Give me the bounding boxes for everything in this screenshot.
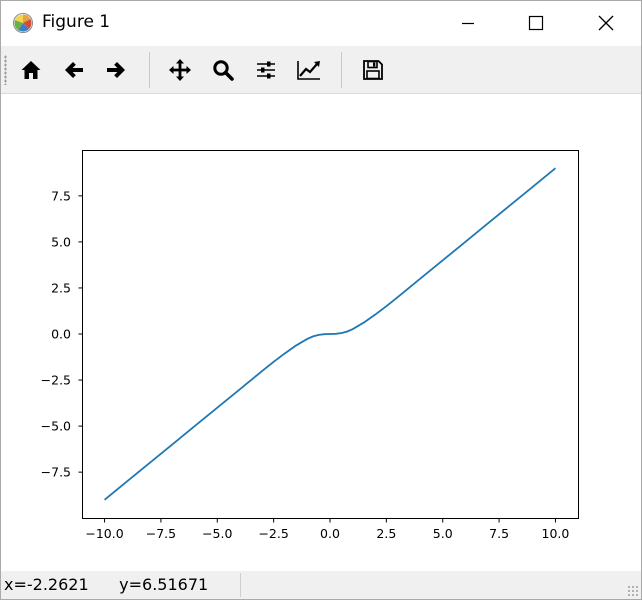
status-bar: x=-2.2621 y=6.51671: [1, 571, 641, 599]
figure-window: Figure 1 −10.0 −7.5 −5.0 −2.5 0.0 2.5 5.…: [0, 0, 642, 600]
cursor-coordinates: x=-2.2621 y=6.51671: [4, 575, 209, 594]
y-tick-label: −5.0: [41, 419, 71, 434]
x-tick-label: −5.0: [202, 526, 232, 541]
forward-button[interactable]: [102, 56, 130, 84]
y-tick-label: 7.5: [51, 188, 71, 203]
close-button[interactable]: [583, 1, 629, 45]
x-tick-label: −2.5: [258, 526, 288, 541]
y-tick-label: 2.5: [51, 280, 71, 295]
pan-button[interactable]: [166, 56, 194, 84]
toolbar-separator: [149, 52, 150, 88]
x-tick-label: 5.0: [433, 526, 453, 541]
resize-grip[interactable]: [627, 585, 639, 597]
close-icon: [598, 15, 614, 31]
x-tick-label: 2.5: [376, 526, 396, 541]
window-title: Figure 1: [42, 12, 111, 32]
maximize-button[interactable]: [513, 1, 559, 45]
y-tick-label: 5.0: [51, 234, 71, 249]
maximize-icon: [528, 15, 544, 31]
status-separator: [240, 573, 241, 597]
magnifier-icon: [213, 60, 234, 81]
save-button[interactable]: [359, 56, 387, 84]
x-tick-label: −10.0: [85, 526, 123, 541]
y-tick-label: 0.0: [51, 327, 71, 342]
zoom-button[interactable]: [209, 56, 237, 84]
line-chart-icon: [297, 61, 320, 80]
y-tick-label: −7.5: [41, 465, 71, 480]
title-bar[interactable]: Figure 1: [1, 1, 641, 45]
toolbar-grip[interactable]: [4, 55, 7, 85]
back-button[interactable]: [60, 56, 88, 84]
toolbar-separator: [341, 52, 342, 88]
app-icon: [13, 13, 33, 33]
y-tick-label: −2.5: [41, 373, 71, 388]
x-tick-label: −7.5: [146, 526, 176, 541]
move-icon: [169, 59, 191, 81]
minimize-button[interactable]: [445, 1, 491, 45]
minimize-icon: [462, 22, 474, 25]
subplots-button[interactable]: [252, 56, 280, 84]
line-chart[interactable]: −10.0 −7.5 −5.0 −2.5 0.0 2.5 5.0 7.5 10.0 −7.5 −5.…: [1, 94, 641, 569]
sliders-icon: [257, 61, 275, 79]
arrow-left-icon: [65, 62, 83, 78]
navigation-toolbar: [1, 46, 641, 94]
figure-canvas[interactable]: −10.0 −7.5 −5.0 −2.5 0.0 2.5 5.0 7.5 10.0 −7.5 −5.…: [1, 94, 641, 569]
x-tick-label: 0.0: [320, 526, 340, 541]
x-tick-label: 10.0: [542, 526, 570, 541]
arrow-right-icon: [107, 62, 125, 78]
home-button[interactable]: [17, 56, 45, 84]
customize-button[interactable]: [295, 56, 323, 84]
x-tick-label: 7.5: [489, 526, 509, 541]
floppy-disk-icon: [363, 60, 383, 80]
home-icon: [21, 61, 41, 79]
